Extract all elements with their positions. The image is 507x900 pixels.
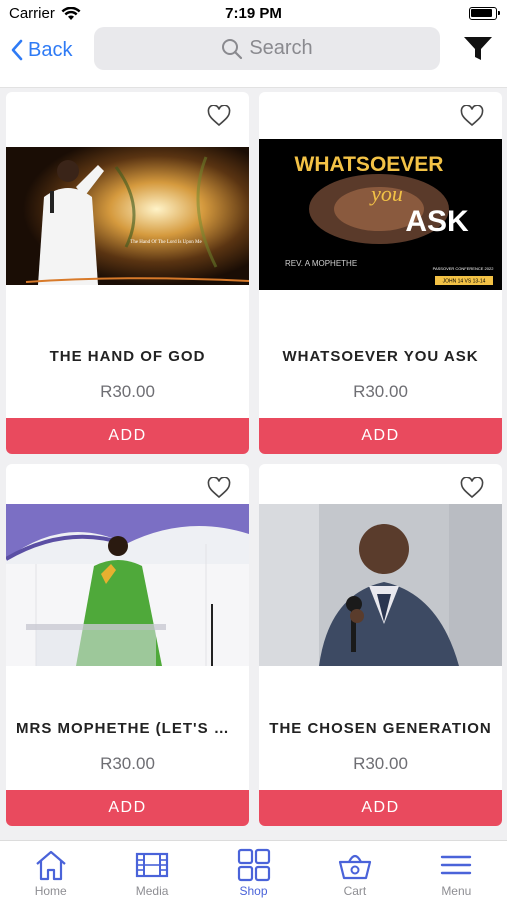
tab-home[interactable]: Home <box>0 841 101 900</box>
tab-shop[interactable]: Shop <box>203 841 304 900</box>
nav-bar: Back Search <box>0 26 507 88</box>
product-title: THE CHOSEN GENERATION <box>269 720 492 737</box>
search-input[interactable]: Search <box>94 27 440 70</box>
product-title: WHATSOEVER YOU ASK <box>282 348 479 365</box>
product-title: THE HAND OF GOD <box>49 348 206 365</box>
hamburger-icon <box>441 855 472 875</box>
tab-bar: Home Media Shop Cart Menu <box>0 840 507 900</box>
add-to-cart-button[interactable]: ADD <box>6 418 249 454</box>
tab-label: Shop <box>239 884 268 898</box>
product-price: R30.00 <box>353 382 408 401</box>
tab-label: Media <box>135 884 169 898</box>
heart-icon[interactable] <box>207 105 231 127</box>
product-image: WHATSOEVER you ASK REV. A MOPHETHE PASSO… <box>259 139 502 290</box>
product-card[interactable]: WHATSOEVER you ASK REV. A MOPHETHE PASSO… <box>259 92 502 454</box>
tab-cart[interactable]: Cart <box>304 841 405 900</box>
product-card[interactable]: MRS MOPHETHE (LET'S D... R30.00 ADD <box>6 464 249 826</box>
filter-icon[interactable] <box>463 36 493 62</box>
tab-label: Home <box>34 884 67 898</box>
product-image: The Hand Of The Lord Is Upon Me <box>6 147 249 285</box>
heart-icon[interactable] <box>460 105 484 127</box>
back-label: Back <box>28 38 73 61</box>
product-image <box>6 504 249 666</box>
status-bar: Carrier 7:19 PM <box>0 0 507 26</box>
basket-icon <box>338 854 372 880</box>
heart-icon[interactable] <box>460 477 484 499</box>
tab-media[interactable]: Media <box>101 841 202 900</box>
product-title: MRS MOPHETHE (LET'S D... <box>16 720 239 737</box>
product-price: R30.00 <box>353 754 408 773</box>
product-card[interactable]: The Hand Of The Lord Is Upon Me THE HAND… <box>6 92 249 454</box>
product-card[interactable]: THE CHOSEN GENERATION R30.00 ADD <box>259 464 502 826</box>
house-icon <box>35 850 66 881</box>
battery-icon <box>469 7 500 20</box>
search-placeholder: Search <box>249 37 313 59</box>
thumb-caption: The Hand Of The Lord Is Upon Me <box>130 240 202 245</box>
product-price: R30.00 <box>100 382 155 401</box>
add-to-cart-button[interactable]: ADD <box>6 790 249 826</box>
film-icon <box>136 852 169 878</box>
status-time: 7:19 PM <box>225 5 282 22</box>
search-icon <box>222 38 243 59</box>
grid-icon <box>237 848 270 882</box>
add-to-cart-button[interactable]: ADD <box>259 790 502 826</box>
back-button[interactable]: Back <box>10 36 72 64</box>
product-price: R30.00 <box>100 754 155 773</box>
thumb-title: WHATSOEVER <box>295 153 444 176</box>
thumb-author: REV. A MOPHETHE <box>285 259 357 268</box>
tab-label: Cart <box>343 884 367 898</box>
thumb-ref: JOHN 14 VS 13-14 <box>443 279 486 285</box>
product-grid: The Hand Of The Lord Is Upon Me THE HAND… <box>0 88 507 840</box>
chevron-left-icon <box>11 39 23 61</box>
thumb-word: ASK <box>405 205 469 238</box>
tab-menu[interactable]: Menu <box>406 841 507 900</box>
product-image <box>259 504 502 666</box>
thumb-word: you <box>369 181 403 206</box>
heart-icon[interactable] <box>207 477 231 499</box>
thumb-event: PASSOVER CONFERENCE 2022 <box>433 266 495 271</box>
add-to-cart-button[interactable]: ADD <box>259 418 502 454</box>
tab-label: Menu <box>441 884 472 898</box>
